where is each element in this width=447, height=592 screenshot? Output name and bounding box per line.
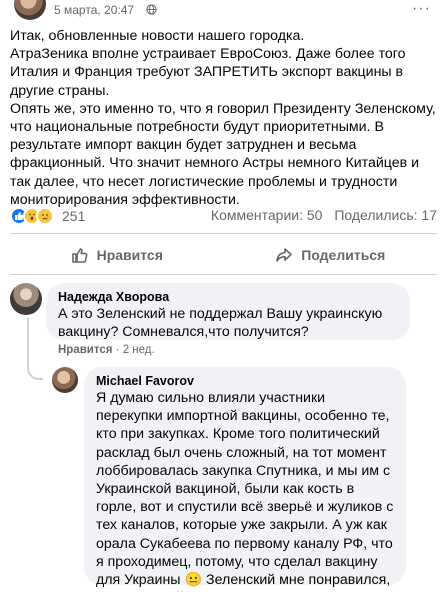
comment-author[interactable]: Надежда Хворова <box>58 289 398 305</box>
sad-icon <box>36 207 54 225</box>
post-body: Итак, обновленные новости нашего городка… <box>10 27 438 209</box>
avatar[interactable] <box>10 283 42 315</box>
comment-bubble: Надежда Хворова А это Зеленский не подде… <box>46 283 410 340</box>
comment-time[interactable]: 2 нед. <box>123 344 155 356</box>
share-button-label: Поделиться <box>301 247 386 263</box>
reply-bubble: Michael Favorov Я думаю сильно влияли уч… <box>84 367 406 592</box>
thumbs-up-icon <box>71 248 88 263</box>
post-paragraph: Опять же, это именно то, что я говорил П… <box>10 100 436 208</box>
more-dots-icon[interactable]: ··· <box>412 0 431 18</box>
divider <box>10 233 437 234</box>
post-author-avatar[interactable] <box>14 0 46 20</box>
globe-icon <box>146 4 157 15</box>
like-button-label: Нравится <box>96 247 163 263</box>
reply-author[interactable]: Michael Favorov <box>96 373 394 389</box>
post-paragraph: Итак, обновленные новости нашего городка… <box>10 28 305 44</box>
reactions-summary[interactable]: 251 <box>10 206 85 226</box>
avatar[interactable] <box>52 367 78 393</box>
comment-like-link[interactable]: Нравится <box>58 344 112 356</box>
like-button[interactable]: Нравится <box>10 240 224 270</box>
post-actions: Нравится Поделиться <box>10 240 437 270</box>
divider <box>10 274 437 275</box>
post-stats: Комментарии: 50 Поделились: 17 <box>211 207 437 223</box>
meta-separator: · <box>115 344 120 356</box>
post-paragraph: АтраЗеника вполне устраивает ЕвроСоюз. Д… <box>10 46 406 99</box>
comments-count[interactable]: Комментарии: 50 <box>211 207 323 223</box>
reply-text: Я думаю сильно влияли участники перекупк… <box>96 390 394 592</box>
share-arrow-icon <box>276 248 293 262</box>
comment-meta: Нравится · 2 нед. <box>58 344 155 356</box>
reactions-count[interactable]: 251 <box>62 208 85 224</box>
post-header: 5 марта, 20:47 ··· <box>0 0 447 22</box>
reply-thread-line <box>27 318 43 380</box>
shares-count[interactable]: Поделились: 17 <box>334 207 437 223</box>
share-button[interactable]: Поделиться <box>224 240 438 270</box>
post-timestamp[interactable]: 5 марта, 20:47 <box>54 3 134 17</box>
comment-text: А это Зеленский не поддержал Вашу украин… <box>58 306 383 341</box>
